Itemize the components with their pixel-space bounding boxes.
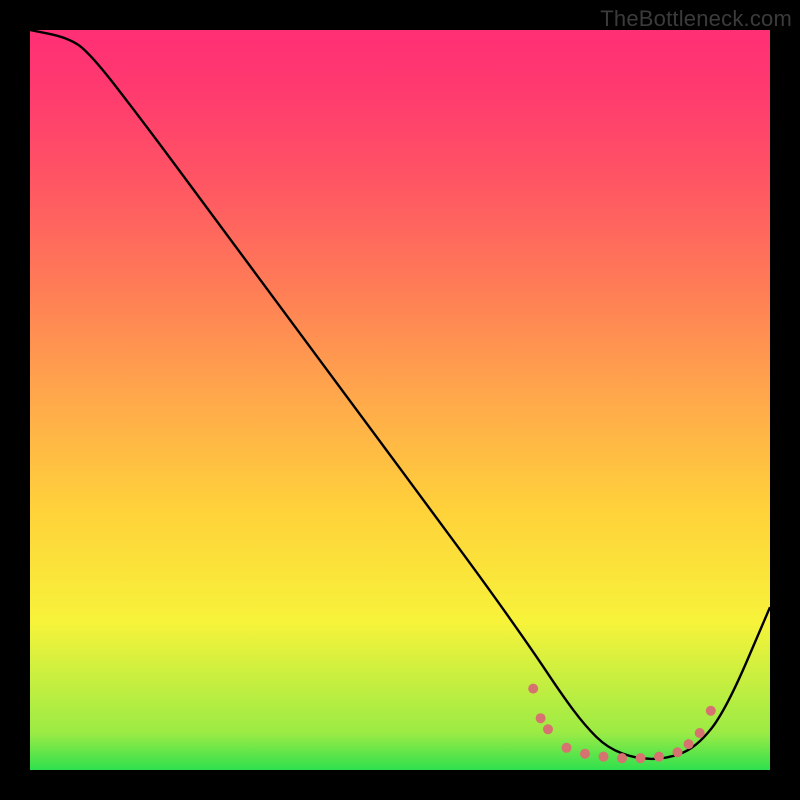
bottleneck-curve xyxy=(30,30,770,759)
marker-dot xyxy=(562,743,572,753)
marker-dot xyxy=(684,739,694,749)
marker-dot xyxy=(654,752,664,762)
marker-dot xyxy=(580,749,590,759)
marker-dot xyxy=(695,728,705,738)
marker-dot xyxy=(706,706,716,716)
marker-dot xyxy=(617,753,627,763)
chart-plot-area xyxy=(30,30,770,770)
marker-dot xyxy=(536,713,546,723)
marker-dot xyxy=(543,724,553,734)
marker-dot xyxy=(636,753,646,763)
chart-svg xyxy=(30,30,770,770)
marker-dot xyxy=(528,684,538,694)
marker-dot xyxy=(599,752,609,762)
watermark-text: TheBottleneck.com xyxy=(600,6,792,32)
chart-frame: TheBottleneck.com xyxy=(0,0,800,800)
marker-dot xyxy=(673,747,683,757)
